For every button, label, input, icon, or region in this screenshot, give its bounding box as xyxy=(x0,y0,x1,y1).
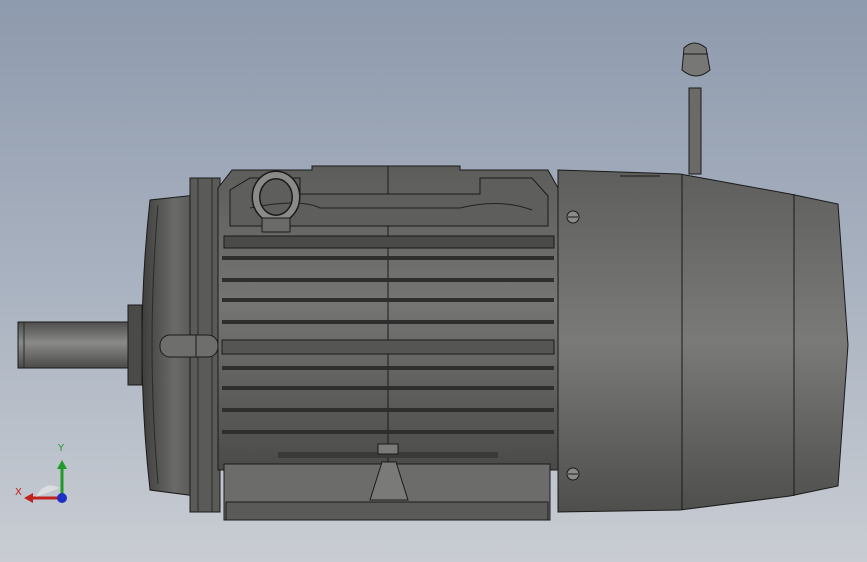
y-axis-label: Y xyxy=(58,443,65,454)
z-axis-arrow xyxy=(57,493,67,503)
axis-triad xyxy=(24,460,67,503)
cad-viewport[interactable]: X Y xyxy=(0,0,867,562)
y-axis-arrow xyxy=(57,460,67,498)
x-axis-arrow xyxy=(24,493,62,503)
x-axis-label: X xyxy=(15,487,22,498)
view-cube-plane xyxy=(36,485,60,497)
